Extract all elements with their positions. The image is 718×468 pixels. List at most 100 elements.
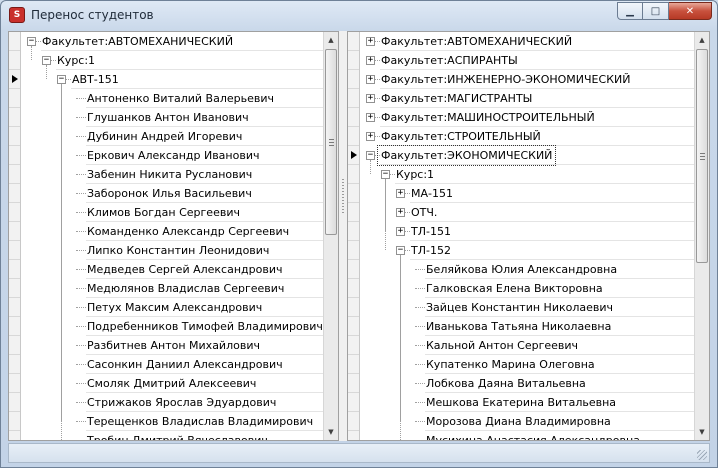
tree-node-student[interactable]: Еркович Александр Иванович: [84, 146, 262, 165]
tree-node-label: Терещенков Владислав Владимирович: [87, 415, 314, 428]
left-scroll-thumb[interactable]: [325, 49, 337, 235]
left-scroll-up-button[interactable]: ▲: [324, 32, 338, 48]
tree-node-faculty[interactable]: Факультет:ИНЖЕНЕРНО-ЭКОНОМИЧЕСКИЙ: [378, 70, 633, 89]
tree-node-student[interactable]: Беляйкова Юлия Александровна: [423, 260, 620, 279]
collapse-toggle-icon[interactable]: −: [42, 56, 51, 65]
tree-node-faculty[interactable]: Факультет:АВТОМЕХАНИЧЕСКИЙ: [378, 32, 575, 51]
tree-node-student[interactable]: Медюлянов Владислав Сергеевич: [84, 279, 287, 298]
collapse-toggle-icon[interactable]: −: [366, 151, 375, 160]
tree-node-student[interactable]: Тробин Дмитрий Вячеславович: [84, 431, 271, 440]
size-grip-icon[interactable]: [697, 450, 707, 460]
tree-node-student[interactable]: Галковская Елена Викторовна: [423, 279, 606, 298]
tree-node-faculty[interactable]: Факультет:ЭКОНОМИЧЕСКИЙ: [376, 145, 557, 166]
expand-toggle-icon[interactable]: +: [396, 227, 405, 236]
app-icon[interactable]: S: [9, 7, 25, 23]
tree-node-student[interactable]: Забенин Никита Русланович: [84, 165, 255, 184]
close-button[interactable]: ✕: [669, 2, 712, 20]
tree-node-faculty[interactable]: Факультет:СТРОИТЕЛЬНЫЙ: [378, 127, 544, 146]
tree-node-faculty[interactable]: Факультет:МАШИНОСТРОИТЕЛЬНЫЙ: [378, 108, 598, 127]
splitter-grip-icon: [342, 179, 344, 215]
tree-node-student[interactable]: Смоляк Дмитрий Алексеевич: [84, 374, 259, 393]
minimize-button[interactable]: ▁: [617, 2, 643, 20]
expand-toggle-icon[interactable]: +: [366, 75, 375, 84]
expand-toggle-icon[interactable]: +: [366, 113, 375, 122]
tree-node-student[interactable]: Глушанков Антон Иванович: [84, 108, 252, 127]
title-bar[interactable]: S Перенос студентов ▁ □ ✕: [1, 1, 717, 31]
right-scroll-down-button[interactable]: ▼: [695, 424, 709, 440]
left-vertical-scrollbar[interactable]: ▲ ▼: [323, 32, 338, 440]
row-indicator-cell: [9, 51, 20, 70]
collapse-toggle-icon[interactable]: −: [381, 170, 390, 179]
expand-toggle-icon[interactable]: +: [366, 56, 375, 65]
left-tree[interactable]: − Факультет:АВТОМЕХАНИЧЕСКИЙ − Курс:1− АВТ-1…: [21, 32, 323, 440]
right-tree[interactable]: + Факультет:АВТОМЕХАНИЧЕСКИЙ + Факультет:АС…: [360, 32, 694, 440]
tree-node-student[interactable]: Купатенко Марина Олеговна: [423, 355, 598, 374]
tree-node-course[interactable]: Курс:1: [393, 165, 437, 184]
tree-node-group[interactable]: МА-151: [408, 184, 456, 203]
tree-node-label: Сасонкин Даниил Александрович: [87, 358, 283, 371]
tree-node-student[interactable]: Лобкова Даяна Витальевна: [423, 374, 589, 393]
tree-node-student[interactable]: Медведев Сергей Александрович: [84, 260, 286, 279]
expand-toggle-icon[interactable]: +: [366, 132, 375, 141]
right-scroll-up-button[interactable]: ▲: [695, 32, 709, 48]
tree-node-label: Заборонок Илья Васильевич: [87, 187, 252, 200]
row-indicator-cell: [348, 241, 359, 260]
tree-node-faculty[interactable]: Факультет:АСПИРАНТЫ: [378, 51, 521, 70]
tree-node-student[interactable]: Мешкова Екатерина Витальевна: [423, 393, 619, 412]
tree-node-label: Факультет:АВТОМЕХАНИЧЕСКИЙ: [42, 35, 234, 48]
tree-node-faculty[interactable]: Факультет:АВТОМЕХАНИЧЕСКИЙ: [39, 32, 236, 51]
tree-node-student[interactable]: Дубинин Андрей Игоревич: [84, 127, 245, 146]
tree-node-student[interactable]: Кальной Антон Сергеевич: [423, 336, 581, 355]
tree-node-group[interactable]: ТЛ-151: [408, 222, 454, 241]
tree-node-faculty[interactable]: Факультет:МАГИСТРАНТЫ: [378, 89, 535, 108]
expand-toggle-icon[interactable]: +: [396, 189, 405, 198]
right-tree-panel[interactable]: + Факультет:АВТОМЕХАНИЧЕСКИЙ + Факультет:АС…: [347, 31, 710, 441]
collapse-toggle-icon[interactable]: −: [27, 37, 36, 46]
tree-node-student[interactable]: Стрижаков Ярослав Эдуардович: [84, 393, 279, 412]
left-scroll-down-button[interactable]: ▼: [324, 424, 338, 440]
row-indicator-cell: [9, 241, 20, 260]
tree-node-label: Еркович Александр Иванович: [87, 149, 260, 162]
tree-node-student[interactable]: Климов Богдан Сергеевич: [84, 203, 243, 222]
right-scroll-thumb[interactable]: [696, 49, 708, 263]
tree-node-course[interactable]: Курс:1: [54, 51, 98, 70]
row-indicator-cell: [348, 298, 359, 317]
left-tree-panel[interactable]: − Факультет:АВТОМЕХАНИЧЕСКИЙ − Курс:1− АВТ-1…: [8, 31, 339, 441]
row-indicator-cell: [9, 412, 20, 431]
expand-toggle-icon[interactable]: +: [366, 94, 375, 103]
tree-node-label: Морозова Диана Владимировна: [426, 415, 611, 428]
tree-node-student[interactable]: Команденко Александр Сергеевич: [84, 222, 292, 241]
tree-node-label: ТЛ-152: [411, 244, 451, 257]
tree-node-student[interactable]: Подребенников Тимофей Владимирович: [84, 317, 326, 336]
collapse-toggle-icon[interactable]: −: [396, 246, 405, 255]
panel-splitter[interactable]: [339, 31, 347, 441]
tree-node-label: Смоляк Дмитрий Алексеевич: [87, 377, 257, 390]
maximize-button[interactable]: □: [643, 2, 669, 20]
tree-node-label: ОТЧ.: [411, 206, 438, 219]
expand-toggle-icon[interactable]: +: [396, 208, 405, 217]
tree-node-label: Лобкова Даяна Витальевна: [426, 377, 586, 390]
row-indicator-cell: [9, 146, 20, 165]
tree-node-student[interactable]: Антоненко Виталий Валерьевич: [84, 89, 277, 108]
client-area: − Факультет:АВТОМЕХАНИЧЕСКИЙ − Курс:1− АВТ-1…: [8, 31, 710, 441]
collapse-toggle-icon[interactable]: −: [57, 75, 66, 84]
tree-node-label: Подребенников Тимофей Владимирович: [87, 320, 323, 333]
tree-node-group[interactable]: АВТ-151: [69, 70, 122, 89]
tree-node-student[interactable]: Сасонкин Даниил Александрович: [84, 355, 286, 374]
tree-node-student[interactable]: Разбитнев Антон Михайлович: [84, 336, 263, 355]
tree-node-student[interactable]: Терещенков Владислав Владимирович: [84, 412, 316, 431]
tree-node-student[interactable]: Петух Максим Александрович: [84, 298, 265, 317]
tree-node-label: Факультет:ИНЖЕНЕРНО-ЭКОНОМИЧЕСКИЙ: [381, 73, 631, 86]
row-indicator-cell: [348, 70, 359, 89]
expand-toggle-icon[interactable]: +: [366, 37, 375, 46]
right-vertical-scrollbar[interactable]: ▲ ▼: [694, 32, 709, 440]
tree-node-student[interactable]: Заборонок Илья Васильевич: [84, 184, 255, 203]
tree-node-student[interactable]: Мусихина Анастасия Александровна: [423, 431, 643, 440]
tree-node-student[interactable]: Зайцев Константин Николаевич: [423, 298, 616, 317]
tree-node-group[interactable]: ОТЧ.: [408, 203, 440, 222]
tree-node-student[interactable]: Иванькова Татьяна Николаевна: [423, 317, 614, 336]
tree-node-student[interactable]: Липко Константин Леонидович: [84, 241, 272, 260]
tree-node-student[interactable]: Морозова Диана Владимировна: [423, 412, 614, 431]
tree-node-label: Забенин Никита Русланович: [87, 168, 253, 181]
tree-node-group[interactable]: ТЛ-152: [408, 241, 454, 260]
